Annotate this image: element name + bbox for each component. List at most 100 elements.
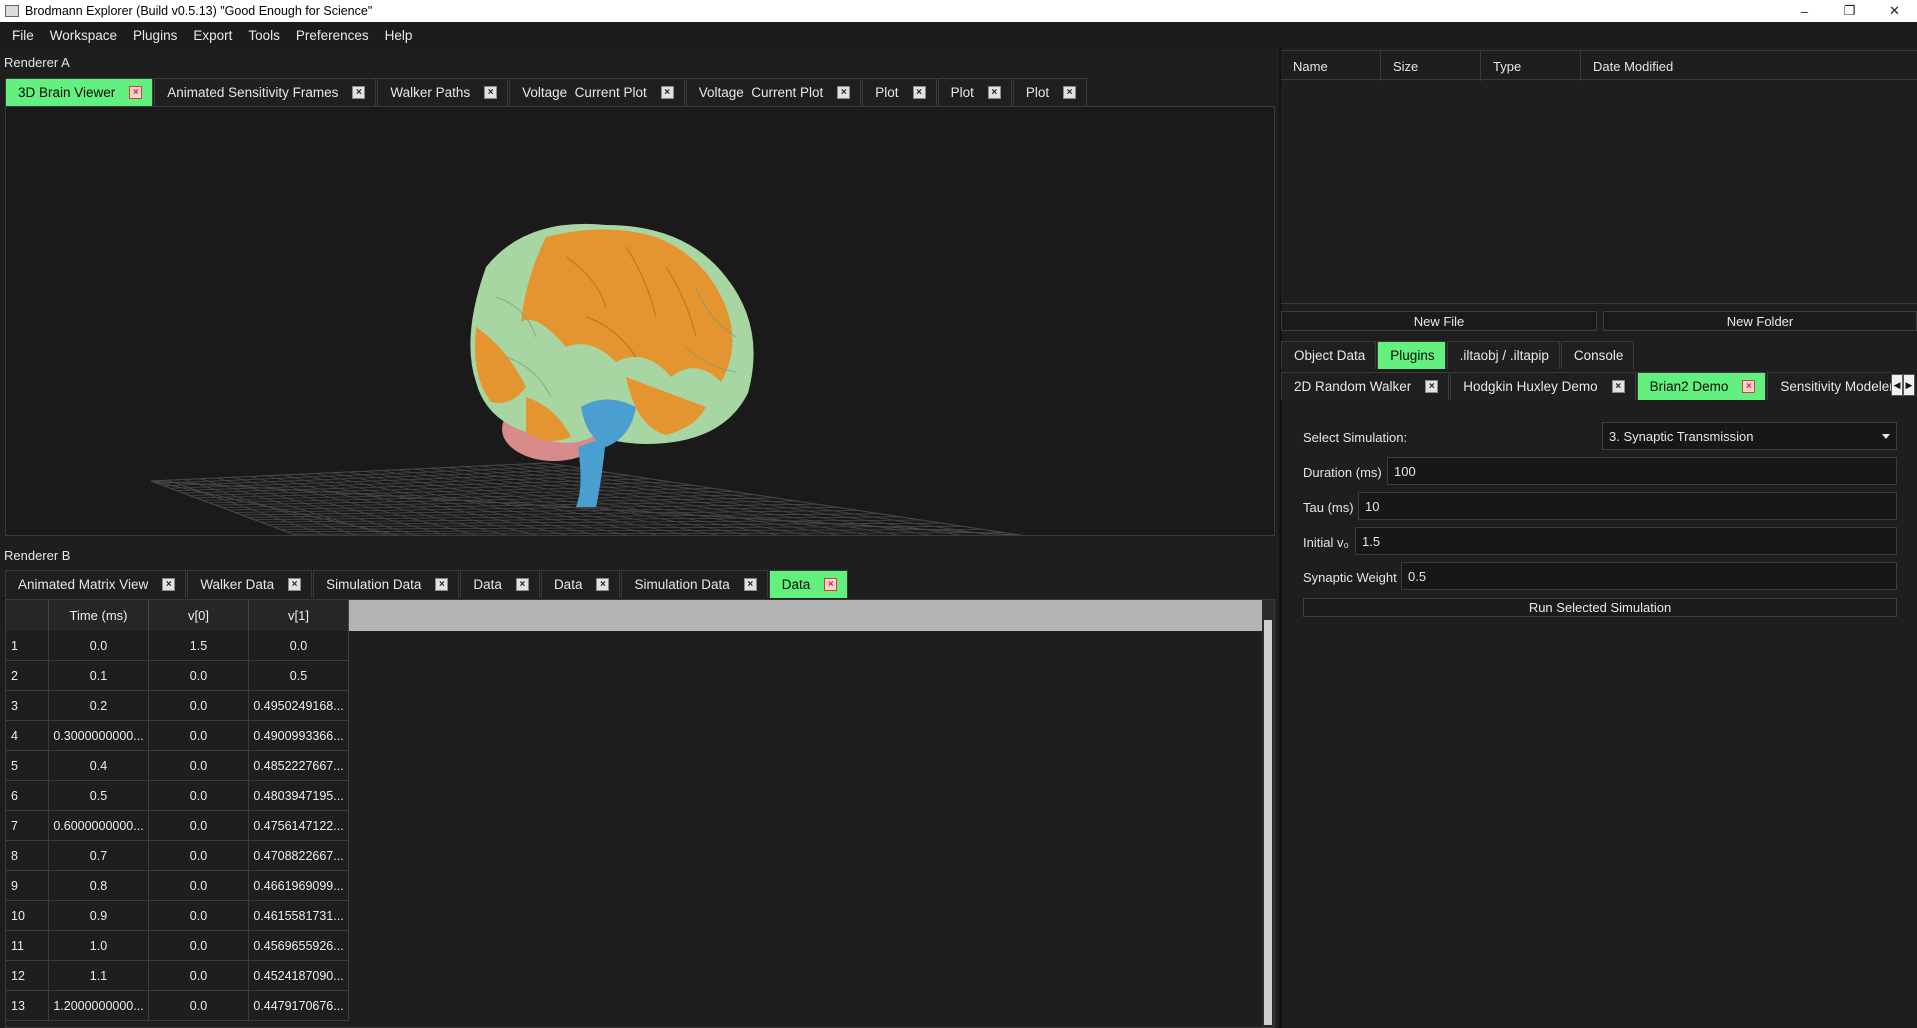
table-cell[interactable]: 0.4803947195... <box>249 781 349 811</box>
tab-plot-1[interactable]: Plot × <box>862 78 937 106</box>
table-row[interactable]: 9 0.8 0.0 0.4661969099... <box>6 871 349 901</box>
tab-animated-matrix-view[interactable]: Animated Matrix View × <box>5 570 187 598</box>
table-cell[interactable]: 1.0 <box>49 931 149 961</box>
table-row[interactable]: 7 0.6000000000... 0.0 0.4756147122... <box>6 811 349 841</box>
table-cell[interactable]: 0.7 <box>49 841 149 871</box>
table-cell[interactable]: 0.0 <box>149 691 249 721</box>
new-folder-button[interactable]: New Folder <box>1603 311 1917 331</box>
tab-3d-brain-viewer[interactable]: 3D Brain Viewer × <box>5 78 154 106</box>
close-tab-icon[interactable]: × <box>515 578 529 591</box>
table-cell[interactable]: 0.6000000000... <box>49 811 149 841</box>
duration-input[interactable]: 100 <box>1387 457 1897 485</box>
close-tab-icon[interactable]: × <box>824 578 838 591</box>
table-row[interactable]: 4 0.3000000000... 0.0 0.4900993366... <box>6 721 349 751</box>
maximize-icon[interactable]: ❐ <box>1827 0 1872 22</box>
table-cell[interactable]: 0.5 <box>49 781 149 811</box>
close-tab-icon[interactable]: × <box>1742 380 1756 393</box>
tab-plugins[interactable]: Plugins <box>1377 341 1446 369</box>
row-index-cell[interactable]: 12 <box>6 961 49 991</box>
menu-export[interactable]: Export <box>185 28 240 43</box>
table-cell[interactable]: 0.4900993366... <box>249 721 349 751</box>
table-row[interactable]: 11 1.0 0.0 0.4569655926... <box>6 931 349 961</box>
new-file-button[interactable]: New File <box>1281 311 1597 331</box>
close-tab-icon[interactable]: × <box>1611 380 1625 393</box>
column-header-name[interactable]: Name <box>1281 51 1381 81</box>
tab-plot-3[interactable]: Plot × <box>1012 78 1088 106</box>
close-tab-icon[interactable]: × <box>484 86 498 99</box>
table-cell[interactable]: 0.0 <box>149 751 249 781</box>
table-row[interactable]: 6 0.5 0.0 0.4803947195... <box>6 781 349 811</box>
close-tab-icon[interactable]: × <box>596 578 610 591</box>
table-row[interactable]: 12 1.1 0.0 0.4524187090... <box>6 961 349 991</box>
table-cell[interactable]: 0.4756147122... <box>249 811 349 841</box>
close-tab-icon[interactable]: × <box>352 86 366 99</box>
tab-simulation-data-2[interactable]: Simulation Data × <box>621 570 768 598</box>
tab-sensitivity-modeler[interactable]: Sensitivity Modeler× <box>1767 372 1891 400</box>
tab-voltage-current-plot-2[interactable]: Voltage Current Plot × <box>685 78 862 106</box>
column-header-v1[interactable]: v[1] <box>249 600 349 631</box>
tab-data-2[interactable]: Data × <box>540 570 621 598</box>
table-cell[interactable]: 0.2 <box>49 691 149 721</box>
tab-data-1[interactable]: Data × <box>460 570 540 598</box>
row-index-cell[interactable]: 1 <box>6 631 49 661</box>
row-index-cell[interactable]: 2 <box>6 661 49 691</box>
row-index-cell[interactable]: 8 <box>6 841 49 871</box>
tab-animated-sensitivity-frames[interactable]: Animated Sensitivity Frames × <box>154 78 377 106</box>
table-cell[interactable]: 0.0 <box>149 841 249 871</box>
tab-iltaobj[interactable]: .iltaobj / .iltapip <box>1446 341 1560 369</box>
row-index-cell[interactable]: 7 <box>6 811 49 841</box>
run-simulation-button[interactable]: Run Selected Simulation <box>1303 598 1897 617</box>
table-cell[interactable]: 0.0 <box>149 961 249 991</box>
row-index-cell[interactable]: 10 <box>6 901 49 931</box>
menu-workspace[interactable]: Workspace <box>42 28 125 43</box>
table-row[interactable]: 5 0.4 0.0 0.4852227667... <box>6 751 349 781</box>
table-cell[interactable]: 0.4479170676... <box>249 991 349 1021</box>
close-tab-icon[interactable]: × <box>987 86 1001 99</box>
table-row[interactable]: 3 0.2 0.0 0.4950249168... <box>6 691 349 721</box>
simulation-select[interactable]: 3. Synaptic Transmission <box>1602 422 1897 450</box>
table-row[interactable]: 1 0.0 1.5 0.0 <box>6 631 349 661</box>
3d-brain-viewport[interactable] <box>5 106 1275 536</box>
table-cell[interactable]: 1.1 <box>49 961 149 991</box>
close-tab-icon[interactable]: × <box>837 86 851 99</box>
table-cell[interactable]: 0.1 <box>49 661 149 691</box>
table-cell[interactable]: 0.0 <box>249 631 349 661</box>
data-table[interactable]: Time (ms) v[0] v[1] 1 0.0 1.5 0.0 2 0.1 0.0 0.5… <box>5 599 1275 1028</box>
table-cell[interactable]: 0.8 <box>49 871 149 901</box>
table-cell[interactable]: 0.0 <box>149 811 249 841</box>
tab-plot-2[interactable]: Plot × <box>937 78 1012 106</box>
table-row[interactable]: 2 0.1 0.0 0.5 <box>6 661 349 691</box>
table-cell[interactable]: 0.0 <box>149 661 249 691</box>
menu-preferences[interactable]: Preferences <box>288 28 377 43</box>
table-cell[interactable]: 0.4708822667... <box>249 841 349 871</box>
close-tab-icon[interactable]: × <box>1425 380 1439 393</box>
close-tab-icon[interactable]: × <box>162 578 176 591</box>
close-tab-icon[interactable]: × <box>129 86 143 99</box>
row-index-cell[interactable]: 4 <box>6 721 49 751</box>
menu-plugins[interactable]: Plugins <box>125 28 185 43</box>
tab-walker-data[interactable]: Walker Data × <box>187 570 313 598</box>
table-cell[interactable]: 0.9 <box>49 901 149 931</box>
table-cell[interactable]: 0.5 <box>249 661 349 691</box>
table-cell[interactable]: 0.0 <box>49 631 149 661</box>
menu-tools[interactable]: Tools <box>240 28 288 43</box>
close-icon[interactable]: ✕ <box>1872 0 1917 22</box>
close-tab-icon[interactable]: × <box>743 578 757 591</box>
tab-simulation-data-1[interactable]: Simulation Data × <box>313 570 460 598</box>
scrollbar-thumb[interactable] <box>1264 620 1272 1025</box>
row-index-cell[interactable]: 11 <box>6 931 49 961</box>
tab-hodgkin-huxley-demo[interactable]: Hodgkin Huxley Demo × <box>1450 372 1636 400</box>
column-header-time[interactable]: Time (ms) <box>49 600 149 631</box>
tab-object-data[interactable]: Object Data <box>1281 341 1377 369</box>
synaptic-weight-input[interactable]: 0.5 <box>1401 562 1897 590</box>
row-index-cell[interactable]: 5 <box>6 751 49 781</box>
table-cell[interactable]: 0.4 <box>49 751 149 781</box>
column-header-type[interactable]: Type <box>1481 51 1581 81</box>
table-cell[interactable]: 0.0 <box>149 781 249 811</box>
scroll-left-icon[interactable]: ◀ <box>1891 374 1903 396</box>
table-cell[interactable]: 0.4852227667... <box>249 751 349 781</box>
table-cell[interactable]: 0.4569655926... <box>249 931 349 961</box>
table-cell[interactable]: 0.0 <box>149 901 249 931</box>
tab-data-3[interactable]: Data × <box>768 570 849 598</box>
column-header-date-modified[interactable]: Date Modified <box>1581 51 1917 81</box>
